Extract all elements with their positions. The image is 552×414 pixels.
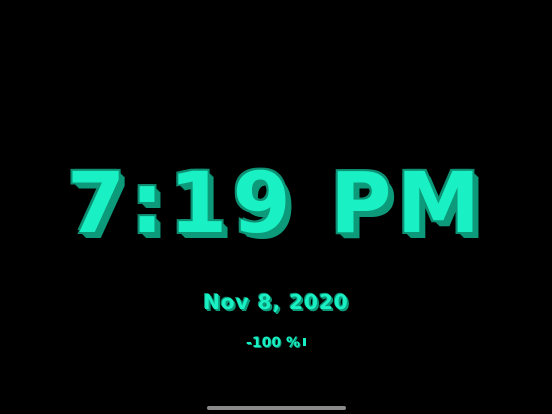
battery-status: -100 % <box>0 332 552 354</box>
clock-screen: 7:19 PM Nov 8, 2020 -100 % <box>0 0 552 414</box>
battery-icon <box>302 338 306 346</box>
date-display: Nov 8, 2020 <box>203 290 349 314</box>
home-indicator[interactable] <box>207 406 346 410</box>
time-display: 7:19 PM <box>65 153 486 254</box>
battery-level-text: -100 % <box>246 335 300 351</box>
